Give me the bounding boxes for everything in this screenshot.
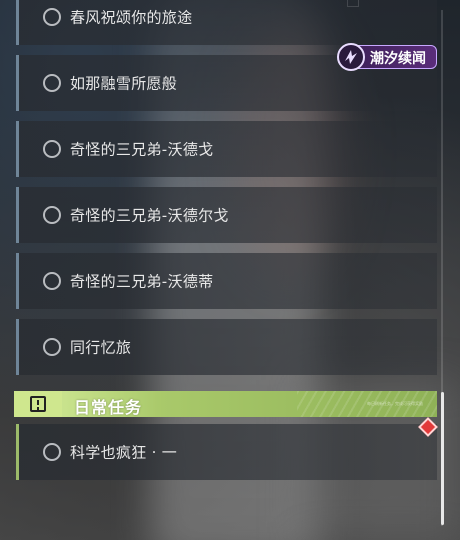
quest-item[interactable]: 同行忆旅: [16, 319, 437, 375]
quest-status-circle-icon: [43, 443, 61, 461]
quest-label: 科学也疯狂 · 一: [70, 443, 178, 462]
event-crest-icon: [337, 43, 365, 71]
quest-item[interactable]: 奇怪的三兄弟-沃德蒂: [16, 253, 437, 309]
quest-label: 春风祝颂你的旅途: [70, 8, 193, 27]
quest-status-circle-icon: [43, 8, 61, 26]
quest-panel: 春风祝颂你的旅途 如那融雪所愿般 奇怪的三兄弟-沃德戈 奇怪的三兄弟-沃德尔戈 …: [0, 0, 460, 540]
alert-icon: [30, 396, 46, 412]
quest-status-circle-icon: [43, 140, 61, 158]
quest-label: 奇怪的三兄弟-沃德蒂: [70, 272, 214, 291]
daily-quest-item[interactable]: 科学也疯狂 · 一: [16, 424, 437, 480]
section-icon-box: [14, 391, 62, 417]
quest-label: 如那融雪所愿般: [70, 74, 178, 93]
event-badge[interactable]: 潮汐续闻: [337, 43, 437, 71]
daily-section-header[interactable]: 日常任务 每日刷新任务，完成可获得奖励: [14, 391, 437, 417]
quest-status-circle-icon: [43, 206, 61, 224]
quest-item[interactable]: 奇怪的三兄弟-沃德尔戈: [16, 187, 437, 243]
quest-status-circle-icon: [43, 272, 61, 290]
event-badge-label: 潮汐续闻: [370, 51, 426, 67]
quest-item[interactable]: 春风祝颂你的旅途: [16, 0, 437, 45]
quest-label: 同行忆旅: [70, 338, 132, 357]
quest-item[interactable]: 奇怪的三兄弟-沃德戈: [16, 121, 437, 177]
quest-label: 奇怪的三兄弟-沃德戈: [70, 140, 214, 159]
section-title: 日常任务: [74, 398, 143, 417]
quest-status-circle-icon: [43, 74, 61, 92]
section-note: 每日刷新任务，完成可获得奖励: [367, 401, 423, 406]
quest-status-circle-icon: [43, 338, 61, 356]
scrollbar-thumb[interactable]: [441, 392, 444, 525]
quest-label: 奇怪的三兄弟-沃德尔戈: [70, 206, 229, 225]
